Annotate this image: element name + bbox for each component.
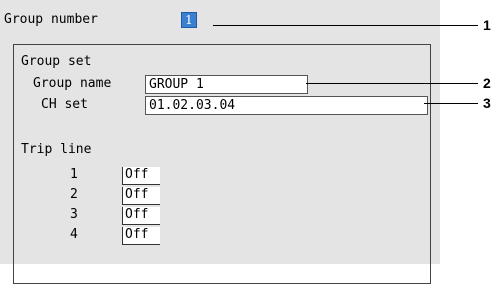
trip-line-field[interactable]: Off [122,167,160,185]
ch-set-label: CH set [41,97,88,112]
callout-leader-2 [306,83,478,84]
group-number-label: Group number [4,12,98,27]
group-name-field[interactable]: GROUP 1 [145,75,308,94]
trip-line-title: Trip line [21,142,92,157]
group-name-label: Group name [33,76,112,91]
callout-number-1: 1 [483,17,491,33]
callout-leader-3 [424,103,478,104]
trip-line-number: 4 [70,227,78,242]
trip-line-field[interactable]: Off [122,207,160,225]
callout-number-2: 2 [483,75,491,91]
settings-screen: Group number 1 Group set Group name GROU… [0,0,440,284]
group-set-panel: Group set Group name GROUP 1 CH set 01.0… [13,44,431,284]
group-number-field[interactable]: 1 [181,12,197,28]
trip-line-field[interactable]: Off [122,227,160,245]
trip-line-field[interactable]: Off [122,187,160,205]
callout-number-3: 3 [483,95,491,111]
trip-line-number: 2 [70,187,78,202]
callout-leader-1 [213,25,478,26]
trip-line-number: 1 [70,167,78,182]
ch-set-field[interactable]: 01.02.03.04 [145,96,428,115]
trip-line-number: 3 [70,207,78,222]
group-set-title: Group set [21,54,92,69]
